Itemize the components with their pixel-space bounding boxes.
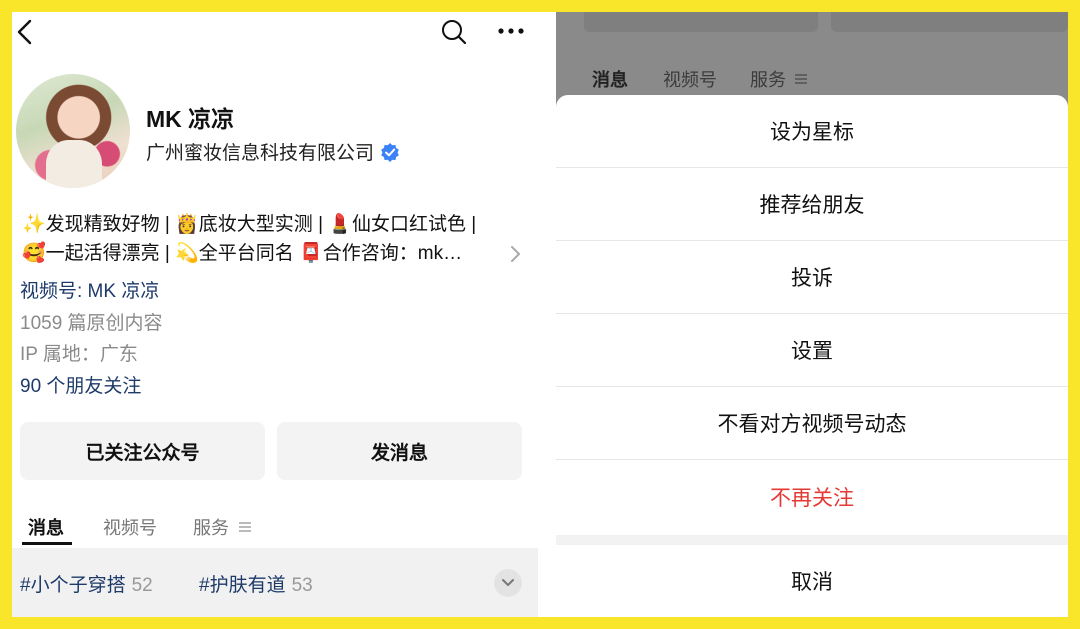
content-tabs: 消息 视频号 服务 xyxy=(12,510,556,548)
expand-tags-button[interactable] xyxy=(494,569,522,597)
company-name[interactable]: 广州蜜妆信息科技有限公司 xyxy=(146,138,400,165)
more-dots-icon[interactable] xyxy=(496,18,526,44)
unfollow-option[interactable]: 不再关注 xyxy=(556,460,1068,533)
send-message-button-dimmed xyxy=(831,12,1068,32)
tab-services: 服务 xyxy=(750,70,786,90)
chevron-right-icon[interactable] xyxy=(508,244,522,264)
search-icon[interactable] xyxy=(440,18,468,46)
tab-messages: 消息 xyxy=(592,70,628,90)
topic-tag[interactable]: #小个子穿搭 52 xyxy=(20,570,153,597)
settings-option[interactable]: 设置 xyxy=(556,314,1068,387)
cancel-button[interactable]: 取消 xyxy=(556,545,1068,617)
action-sheet-screen: 消息 视频号 服务 设为星标 推荐给朋友 投诉 设置 不看对方视频号动态 不再关… xyxy=(556,12,1068,617)
menu-lines-icon xyxy=(239,522,251,532)
tab-messages[interactable]: 消息 xyxy=(28,514,64,540)
chevron-left-icon[interactable] xyxy=(14,18,38,46)
tab-channels: 视频号 xyxy=(663,70,717,90)
bio-line-1: ✨发现精致好物 | 👸底妆大型实测 | 💄仙女口红试色 | xyxy=(22,214,477,235)
menu-lines-icon xyxy=(795,74,807,84)
topic-tag-label: #小个子穿搭 xyxy=(20,575,126,596)
friends-following[interactable]: 90 个朋友关注 xyxy=(20,371,141,398)
profile-bio[interactable]: ✨发现精致好物 | 👸底妆大型实测 | 💄仙女口红试色 | 🥰一起活得漂亮 | … xyxy=(22,210,537,268)
topic-tag-count: 52 xyxy=(131,575,153,596)
avatar[interactable] xyxy=(16,74,130,188)
profile-name: MK 凉凉 xyxy=(146,106,235,132)
followed-button[interactable]: 已关注公众号 xyxy=(20,422,265,480)
followed-button-dimmed xyxy=(584,12,818,32)
ip-location: IP 属地：广东 xyxy=(20,344,138,365)
hide-channel-updates-option[interactable]: 不看对方视频号动态 xyxy=(556,387,1068,460)
company-label: 广州蜜妆信息科技有限公司 xyxy=(146,143,375,164)
topic-tag-label: #护肤有道 xyxy=(199,575,286,596)
chevron-down-icon xyxy=(502,579,514,586)
report-option[interactable]: 投诉 xyxy=(556,241,1068,314)
recommend-option[interactable]: 推荐给朋友 xyxy=(556,168,1068,241)
verified-badge-icon xyxy=(381,142,399,162)
tab-channels[interactable]: 视频号 xyxy=(103,514,157,540)
tab-services[interactable]: 服务 xyxy=(193,514,229,540)
action-sheet: 设为星标 推荐给朋友 投诉 设置 不看对方视频号动态 不再关注 取消 xyxy=(556,95,1068,617)
top-bar xyxy=(12,12,556,52)
divider xyxy=(556,535,1068,545)
profile-page: MK 凉凉 广州蜜妆信息科技有限公司 ✨发现精致好物 | 👸底妆大型实测 | 💄… xyxy=(12,12,556,617)
bio-line-2: 🥰一起活得漂亮 | 💫全平台同名 📮合作咨询：mk… xyxy=(22,243,463,264)
star-option[interactable]: 设为星标 xyxy=(556,95,1068,168)
topic-tag-count: 53 xyxy=(291,575,313,596)
tab-indicator xyxy=(22,542,72,545)
channels-link[interactable]: 视频号: MK 凉凉 xyxy=(20,276,159,303)
send-message-button[interactable]: 发消息 xyxy=(277,422,522,480)
topic-tag-bar: #小个子穿搭 52 #护肤有道 53 xyxy=(12,548,538,617)
topic-tag[interactable]: #护肤有道 53 xyxy=(199,570,313,597)
original-count[interactable]: 1059 篇原创内容 xyxy=(20,308,163,335)
